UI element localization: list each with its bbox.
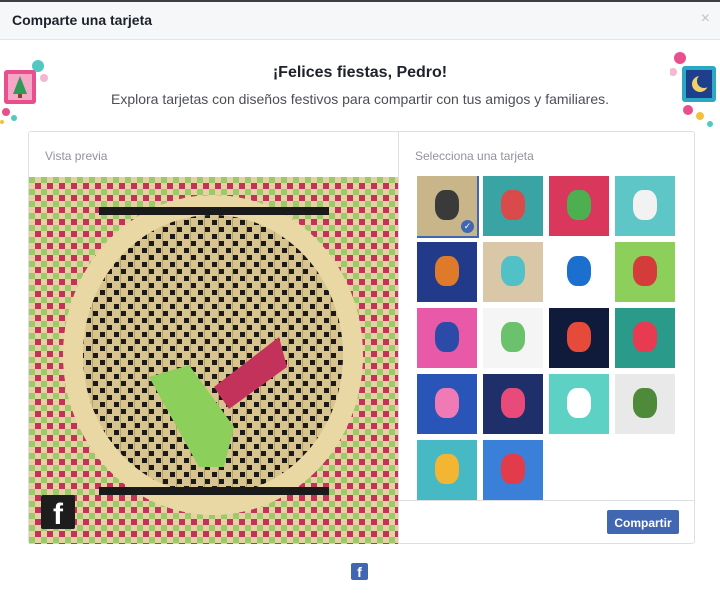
card-thumbnail-art bbox=[435, 454, 459, 484]
facebook-logo-icon: f bbox=[41, 495, 75, 529]
card-thumbnail-art bbox=[633, 322, 657, 352]
card-thumbnail-art bbox=[501, 256, 525, 286]
selected-check-icon: ✓ bbox=[461, 220, 474, 233]
card-thumbnail-art bbox=[501, 388, 525, 418]
card-forest-night[interactable] bbox=[417, 242, 477, 302]
card-wreath[interactable] bbox=[483, 440, 543, 500]
card-snow-globe[interactable] bbox=[615, 176, 675, 236]
card-preview: f bbox=[29, 177, 398, 544]
card-thumbnail-art bbox=[501, 454, 525, 484]
card-star-lanterns[interactable] bbox=[417, 374, 477, 434]
card-moon-window[interactable] bbox=[417, 308, 477, 368]
card-thumbnail-art bbox=[567, 190, 591, 220]
grid-divider bbox=[399, 500, 695, 501]
card-thumbnail-art bbox=[567, 256, 591, 286]
card-panel: Vista previa Selecciona una tarjeta f ✓ … bbox=[28, 131, 695, 544]
select-card-label: Selecciona una tarjeta bbox=[415, 149, 534, 163]
greeting-subtitle: Explora tarjetas con diseños festivos pa… bbox=[111, 91, 609, 107]
card-bird[interactable] bbox=[615, 242, 675, 302]
card-thumbnail-art bbox=[435, 388, 459, 418]
card-thumbnail-art bbox=[567, 322, 591, 352]
card-thumbnail-art bbox=[435, 322, 459, 352]
card-woven-pattern[interactable]: ✓ bbox=[417, 176, 479, 238]
card-menorah-cup[interactable] bbox=[549, 374, 609, 434]
preview-label: Vista previa bbox=[45, 149, 108, 163]
close-icon[interactable]: × bbox=[701, 10, 710, 28]
card-thumbnail-art bbox=[633, 256, 657, 286]
facebook-footer-icon: f bbox=[351, 563, 368, 580]
card-fireworks[interactable] bbox=[549, 308, 609, 368]
card-thumbnail-art bbox=[501, 190, 525, 220]
card-thumbnail-art bbox=[567, 388, 591, 418]
panel-divider bbox=[398, 132, 399, 543]
card-thumbnail-art bbox=[435, 190, 459, 220]
card-dreidel-coins[interactable] bbox=[417, 440, 477, 500]
card-ornaments[interactable] bbox=[483, 176, 543, 236]
card-string-lights[interactable] bbox=[549, 242, 609, 302]
card-thumbnail-art bbox=[435, 256, 459, 286]
card-thumbnail-art bbox=[501, 322, 525, 352]
card-cactus-santa[interactable] bbox=[549, 176, 609, 236]
share-button[interactable]: Compartir bbox=[607, 510, 679, 534]
greeting-headline: ¡Felices fiestas, Pedro! bbox=[272, 64, 448, 81]
card-thumbnail-art bbox=[633, 388, 657, 418]
dialog-title: Comparte una tarjeta bbox=[12, 12, 153, 28]
dialog-header: Comparte una tarjeta × bbox=[0, 2, 720, 40]
card-grid: ✓ bbox=[417, 176, 679, 502]
card-sand-angel[interactable] bbox=[483, 242, 543, 302]
card-gifts[interactable] bbox=[483, 374, 543, 434]
card-snowman[interactable] bbox=[483, 308, 543, 368]
card-thumbnail-art bbox=[633, 190, 657, 220]
card-leaf-angel[interactable] bbox=[615, 374, 675, 434]
card-van[interactable] bbox=[615, 308, 675, 368]
woven-pattern-preview bbox=[29, 177, 398, 544]
